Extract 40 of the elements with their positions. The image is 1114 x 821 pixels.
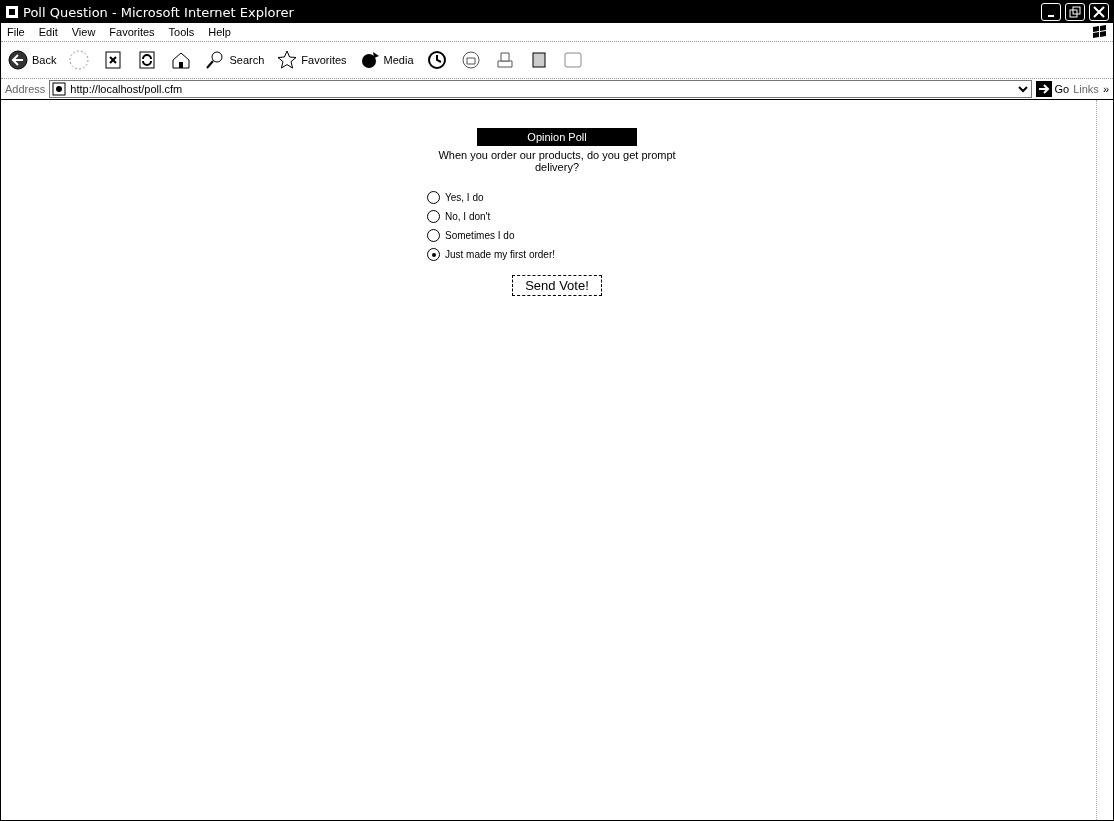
discuss-icon — [561, 49, 584, 71]
minimize-icon — [1048, 15, 1054, 17]
address-field[interactable]: http://localhost/poll.cfm — [49, 80, 1032, 98]
restore-icon — [1069, 6, 1081, 18]
menu-item[interactable]: Edit — [38, 26, 58, 38]
restore-button[interactable] — [1065, 3, 1085, 21]
flag-icon — [1091, 24, 1107, 40]
menu-item[interactable]: File — [7, 26, 25, 38]
browser-icon — [5, 5, 19, 19]
close-button[interactable] — [1089, 3, 1109, 21]
menu-item[interactable]: Help — [208, 26, 231, 38]
links-label[interactable]: Links — [1073, 83, 1099, 95]
send-vote-button[interactable]: Send Vote! — [512, 275, 602, 296]
url-text: http://localhost/poll.cfm — [70, 83, 183, 95]
star-icon — [276, 49, 299, 71]
forward-icon — [68, 49, 91, 71]
go-button[interactable]: Go — [1035, 81, 1070, 97]
toolbar-button[interactable]: Back — [7, 49, 57, 71]
menu-item[interactable]: Tools — [168, 26, 195, 38]
page-icon — [52, 82, 67, 96]
menu-item[interactable]: View — [71, 26, 96, 38]
arrow-icon — [1035, 81, 1052, 97]
option-label: Sometimes I do — [445, 230, 515, 241]
toolbar-button[interactable]: Favorites — [276, 49, 347, 71]
dropdown-icon[interactable] — [1016, 83, 1029, 95]
option-label: Yes, I do — [445, 192, 484, 203]
toolbar-button[interactable]: Search — [204, 49, 265, 71]
minimize-button[interactable] — [1041, 3, 1061, 21]
close-icon — [1093, 6, 1105, 18]
option-label: No, I don't — [445, 211, 491, 222]
history-icon — [425, 49, 448, 71]
toolbar-button[interactable]: Media — [358, 49, 414, 71]
option-label: Just made my first order! — [445, 249, 556, 260]
window-title: Poll Question - Microsoft Internet Explorer — [23, 4, 295, 20]
menu-item[interactable]: Favorites — [109, 26, 155, 38]
more-chevron[interactable]: » — [1102, 83, 1109, 95]
toolbar-icon-button[interactable] — [425, 49, 448, 71]
address-label: Address — [5, 83, 46, 95]
poll-title: Opinion Poll — [477, 128, 637, 146]
poll-question: When you order our products, do you get prompt delivery? — [437, 149, 677, 173]
